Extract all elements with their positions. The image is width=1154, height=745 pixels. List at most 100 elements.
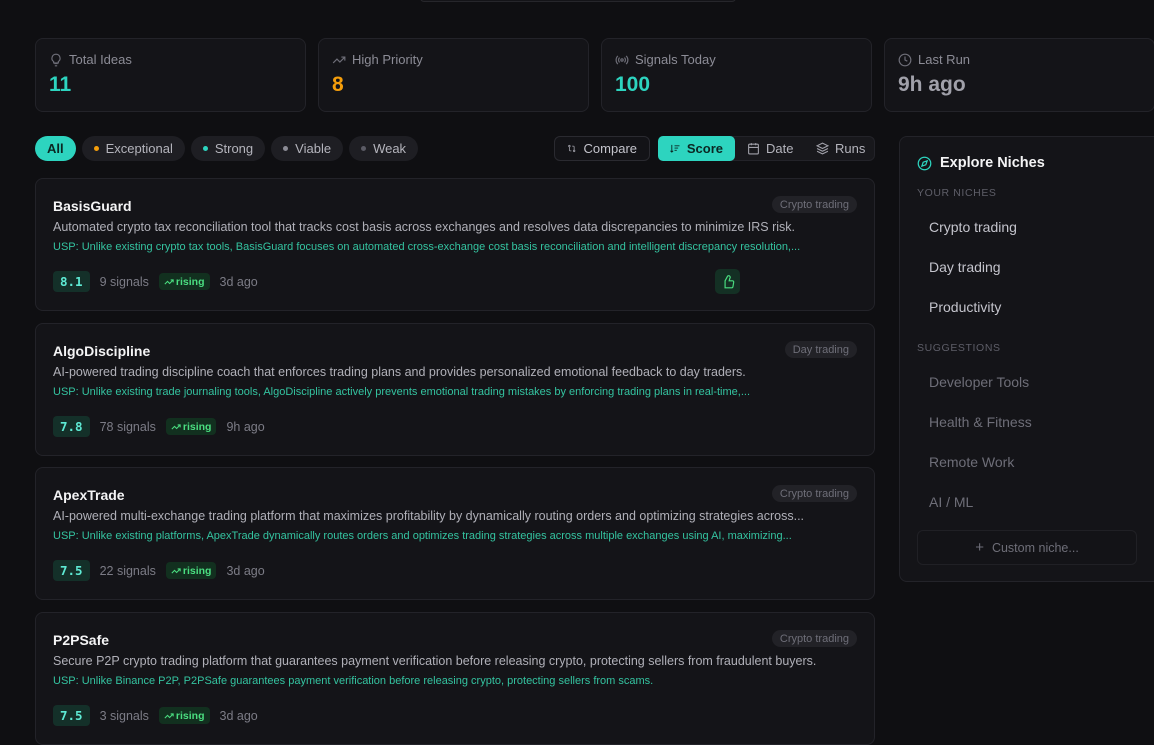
filter-label: Viable xyxy=(295,141,332,156)
score-badge: 7.8 xyxy=(53,416,90,437)
stat-label: Total Ideas xyxy=(69,52,132,67)
top-search-bar[interactable] xyxy=(420,0,736,2)
suggestion-remote-work[interactable]: Remote Work xyxy=(929,454,1014,470)
sort-date-button[interactable]: Date xyxy=(735,136,805,161)
signal-count: 3 signals xyxy=(99,708,149,723)
idea-title: AlgoDiscipline xyxy=(53,343,151,359)
idea-card[interactable]: BasisGuard Crypto trading Automated cryp… xyxy=(35,178,875,311)
filter-label: All xyxy=(47,141,64,156)
score-badge: 7.5 xyxy=(53,560,90,581)
trend-label: rising xyxy=(182,420,212,433)
filter-viable[interactable]: Viable xyxy=(271,136,344,161)
trending-up-icon xyxy=(164,278,174,284)
stat-value: 11 xyxy=(49,73,72,96)
lightbulb-icon xyxy=(51,53,61,66)
idea-usp: USP: Unlike existing trade journaling to… xyxy=(53,386,751,398)
signal-count: 22 signals xyxy=(99,563,156,578)
idea-meta: 7.5 3 signals rising 3d ago xyxy=(53,705,258,726)
compare-label: Compare xyxy=(583,141,637,156)
sort-label: Date xyxy=(766,141,794,156)
trending-up-icon xyxy=(171,423,181,429)
compare-button[interactable]: Compare xyxy=(554,136,650,161)
trend-label: rising xyxy=(175,709,205,722)
compass-icon xyxy=(917,156,932,170)
filter-label: Weak xyxy=(373,141,407,156)
custom-niche-button[interactable]: + Custom niche... xyxy=(917,530,1137,565)
idea-meta: 7.5 22 signals rising 3d ago xyxy=(53,560,265,581)
idea-age: 3d ago xyxy=(219,708,258,723)
idea-card[interactable]: AlgoDiscipline Day trading AI-powered tr… xyxy=(35,323,875,456)
stat-value: 9h ago xyxy=(898,73,966,96)
trend-badge: rising xyxy=(158,273,210,290)
stat-value: 100 xyxy=(615,73,651,96)
signal-count: 78 signals xyxy=(99,419,156,434)
sort-group: Score Date Runs xyxy=(658,136,875,161)
trending-up-icon xyxy=(171,567,181,573)
sort-runs-button[interactable]: Runs xyxy=(804,136,877,161)
niche-item-day-trading[interactable]: Day trading xyxy=(929,259,1001,275)
filter-all[interactable]: All xyxy=(35,136,76,161)
trend-badge: rising xyxy=(165,418,217,435)
sort-score-button[interactable]: Score xyxy=(658,136,735,161)
idea-description: AI-powered trading discipline coach that… xyxy=(53,365,746,379)
stat-label: High Priority xyxy=(352,52,423,67)
trend-badge: rising xyxy=(158,707,210,724)
idea-meta: 7.8 78 signals rising 9h ago xyxy=(53,416,265,437)
niche-item-productivity[interactable]: Productivity xyxy=(929,299,1001,315)
idea-usp: USP: Unlike existing crypto tax tools, B… xyxy=(53,241,801,253)
trend-label: rising xyxy=(175,275,205,288)
section-label-suggestions: SUGGESTIONS xyxy=(917,342,1001,354)
filter-label: Strong xyxy=(214,141,254,156)
niche-tag: Crypto trading xyxy=(771,485,857,502)
section-label-your-niches: YOUR NICHES xyxy=(917,187,997,199)
clock-icon xyxy=(898,53,912,66)
trend-label: rising xyxy=(182,564,212,577)
suggestion-ai-ml[interactable]: AI / ML xyxy=(929,494,973,510)
plus-icon: + xyxy=(975,539,984,556)
idea-age: 3d ago xyxy=(226,563,265,578)
stat-label: Signals Today xyxy=(635,52,716,67)
dot-icon xyxy=(283,146,289,151)
suggestion-health-fitness[interactable]: Health & Fitness xyxy=(929,414,1032,430)
stat-high-priority: High Priority 8 xyxy=(318,38,589,112)
stat-signals-today: Signals Today 100 xyxy=(601,38,872,112)
trending-up-icon xyxy=(332,56,346,63)
radio-signal-icon xyxy=(615,54,629,65)
filter-strong[interactable]: Strong xyxy=(190,136,266,161)
stat-last-run: Last Run 9h ago xyxy=(884,38,1154,112)
idea-card[interactable]: P2PSafe Crypto trading Secure P2P crypto… xyxy=(35,612,875,745)
filter-label: Exceptional xyxy=(105,141,173,156)
dot-icon xyxy=(361,146,367,151)
like-button[interactable] xyxy=(715,269,740,294)
explore-niches-panel: Explore Niches YOUR NICHES Crypto tradin… xyxy=(899,136,1154,582)
sort-label: Runs xyxy=(835,141,866,156)
custom-niche-label: Custom niche... xyxy=(991,540,1079,555)
trending-up-icon xyxy=(164,712,174,718)
stats-row: Total Ideas 11 High Priority 8 Signals T… xyxy=(35,38,1154,112)
stat-total-ideas: Total Ideas 11 xyxy=(35,38,306,112)
layers-icon xyxy=(816,142,829,155)
idea-description: Automated crypto tax reconciliation tool… xyxy=(53,220,796,234)
niche-tag: Day trading xyxy=(784,341,857,358)
compare-arrows-icon xyxy=(568,144,576,153)
idea-age: 9h ago xyxy=(226,419,265,434)
idea-usp: USP: Unlike Binance P2P, P2PSafe guarant… xyxy=(53,675,654,687)
idea-title: ApexTrade xyxy=(53,487,125,503)
panel-title-text: Explore Niches xyxy=(940,155,1045,171)
filter-exceptional[interactable]: Exceptional xyxy=(81,136,185,161)
suggestion-developer-tools[interactable]: Developer Tools xyxy=(929,374,1029,390)
dot-icon xyxy=(93,146,99,151)
niche-tag: Crypto trading xyxy=(771,196,857,213)
tier-filter-group: All Exceptional Strong Viable Weak xyxy=(35,136,419,161)
idea-usp: USP: Unlike existing platforms, ApexTrad… xyxy=(53,530,792,542)
idea-title: BasisGuard xyxy=(53,198,132,214)
filter-weak[interactable]: Weak xyxy=(349,136,419,161)
idea-title: P2PSafe xyxy=(53,632,110,648)
sort-label: Score xyxy=(686,141,723,156)
niche-item-crypto-trading[interactable]: Crypto trading xyxy=(929,219,1017,235)
sort-descending-icon xyxy=(670,144,680,153)
idea-card[interactable]: ApexTrade Crypto trading AI-powered mult… xyxy=(35,467,875,600)
stat-value: 8 xyxy=(332,73,344,96)
panel-title: Explore Niches xyxy=(917,155,1045,171)
idea-description: AI-powered multi-exchange trading platfo… xyxy=(53,509,805,523)
